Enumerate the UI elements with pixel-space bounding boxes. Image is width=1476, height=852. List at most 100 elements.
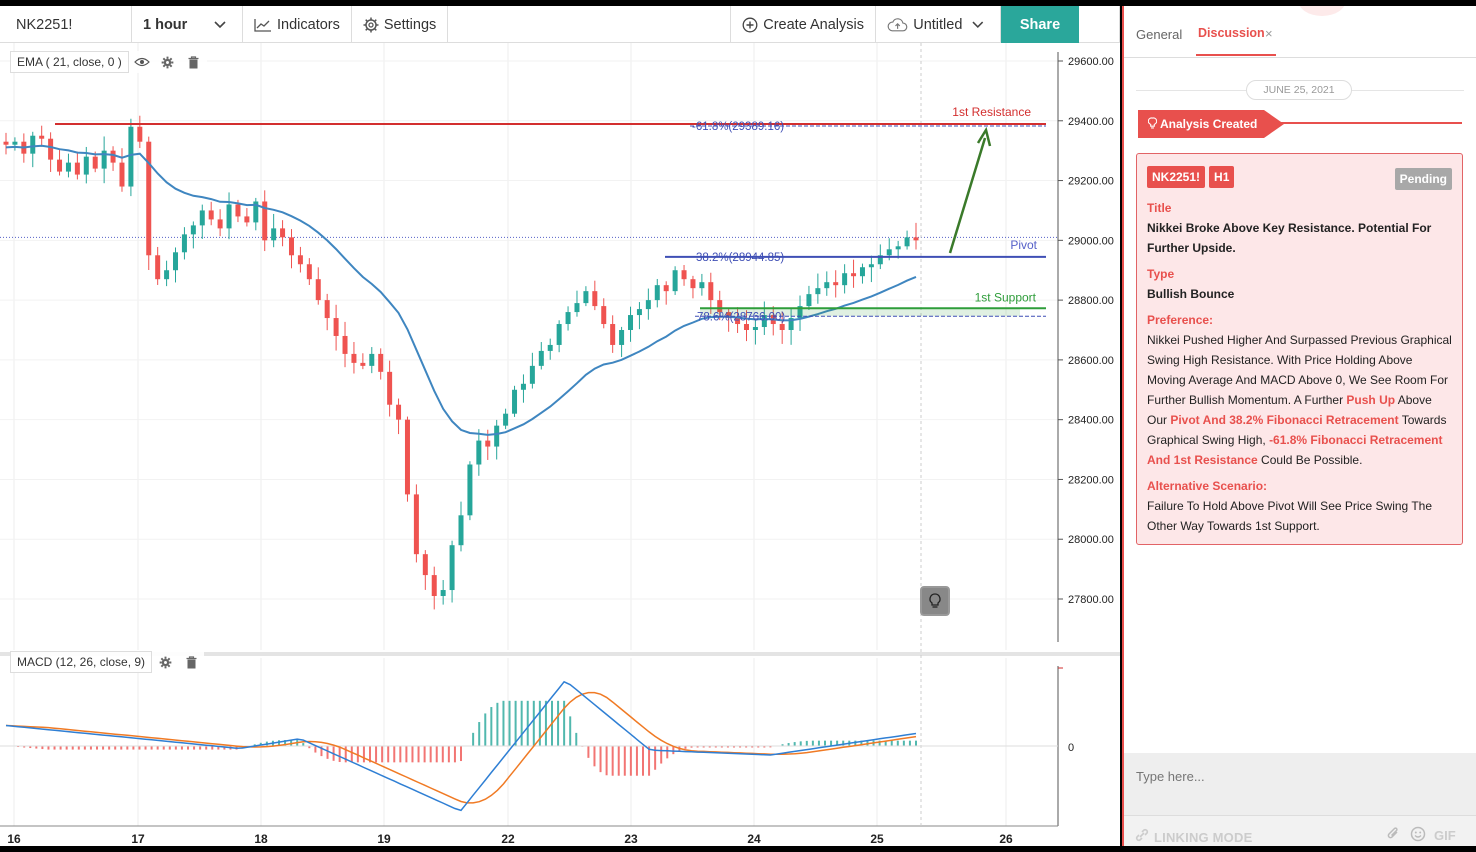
price-tick-label: 29000.00 — [1068, 235, 1114, 247]
chart-background — [0, 6, 1120, 846]
trash-icon[interactable] — [178, 651, 204, 673]
gif-button[interactable]: GIF — [1434, 828, 1456, 843]
alternative-heading: Alternative Scenario: — [1147, 479, 1268, 493]
settings-label: Settings — [383, 16, 437, 33]
trend-chart-icon — [254, 18, 271, 32]
candle-body — [547, 344, 553, 351]
symbol-selector[interactable]: NK2251! — [0, 6, 132, 43]
idea-bulb-button[interactable] — [920, 586, 950, 616]
candle-body — [137, 126, 143, 142]
chart-toolbar: NK2251! 1 hour Indicators Settings Creat… — [0, 6, 1120, 43]
candle-body — [610, 324, 616, 345]
macd-legend: MACD (12, 26, close, 9) — [10, 651, 205, 673]
candle-body — [74, 162, 80, 175]
create-analysis-label: Create Analysis — [763, 16, 864, 33]
indicators-button[interactable]: Indicators — [243, 6, 352, 43]
status-badge: Pending — [1394, 168, 1452, 190]
tab-general[interactable]: General — [1136, 27, 1182, 42]
eye-icon[interactable] — [129, 51, 155, 73]
banner-line — [1258, 122, 1462, 124]
candle-body — [297, 255, 303, 265]
candle-body — [280, 228, 286, 238]
emoji-icon[interactable] — [1410, 826, 1426, 842]
create-analysis-button[interactable]: Create Analysis — [730, 6, 876, 43]
candle-body — [404, 419, 410, 495]
date-tick-label: 25 — [870, 832, 884, 846]
link-icon[interactable] — [1134, 828, 1150, 842]
candle-body — [574, 303, 580, 313]
interval-selector[interactable]: 1 hour — [132, 6, 243, 43]
candle-body — [824, 282, 830, 289]
candle-body — [538, 350, 544, 366]
candle-body — [663, 285, 669, 292]
date-tick-label: 18 — [254, 832, 268, 846]
candle-body — [503, 413, 509, 426]
candle-body — [128, 126, 134, 187]
candle-body — [235, 204, 241, 217]
candle-body — [913, 237, 919, 241]
date-tick-label: 24 — [747, 832, 761, 846]
candle-body — [39, 135, 45, 139]
macd-legend-label: MACD (12, 26, close, 9) — [10, 651, 153, 673]
candle-body — [271, 228, 277, 241]
support-label: 1st Support — [975, 290, 1037, 304]
candle-body — [12, 141, 18, 145]
chevron-down-icon — [214, 20, 226, 28]
candle-body — [512, 389, 518, 414]
settings-button[interactable]: Settings — [352, 6, 449, 43]
active-tab-indicator — [1196, 54, 1276, 56]
layout-name: Untitled — [913, 16, 963, 33]
candle-body — [360, 362, 366, 366]
date-tick-label: 16 — [7, 832, 21, 846]
candle-body — [708, 282, 714, 301]
trash-icon[interactable] — [181, 51, 207, 73]
avatar[interactable] — [1298, 6, 1346, 16]
candle-body — [342, 335, 348, 354]
paperclip-icon[interactable] — [1386, 826, 1400, 842]
title-value: Nikkei Broke Above Key Resistance. Poten… — [1147, 221, 1432, 255]
ema-legend: EMA ( 21, close, 0 ) — [10, 51, 207, 73]
chevron-down-icon — [972, 21, 984, 28]
date-separator: JUNE 25, 2021 — [1246, 80, 1352, 100]
message-input[interactable] — [1136, 769, 1456, 784]
close-icon[interactable]: × — [1265, 26, 1273, 41]
gear-icon — [363, 17, 379, 32]
candle-body — [333, 318, 339, 336]
candle-body — [387, 371, 393, 405]
candle-body — [288, 237, 294, 256]
linking-mode-label[interactable]: LINKING MODE — [1154, 830, 1252, 845]
fib-382-label: 38.2%(28944.85) — [696, 252, 784, 264]
candle-body — [315, 279, 321, 301]
candle-body — [413, 494, 419, 555]
price-tick-label: 28400.00 — [1068, 415, 1114, 427]
type-value: Bullish Bounce — [1147, 287, 1235, 301]
candle-body — [886, 249, 892, 256]
candle-body — [3, 141, 9, 145]
candle-body — [83, 156, 89, 175]
price-tick-label: 28800.00 — [1068, 295, 1114, 307]
symbol-chip[interactable]: NK2251! — [1147, 166, 1206, 188]
candle-body — [226, 204, 232, 229]
layout-selector[interactable]: Untitled — [876, 6, 1001, 43]
gear-icon[interactable] — [155, 51, 181, 73]
date-tick-label: 22 — [501, 832, 515, 846]
candle-body — [815, 288, 821, 295]
resistance-label: 1st Resistance — [952, 105, 1031, 119]
share-button[interactable]: Share — [1001, 6, 1079, 43]
candle-body — [92, 156, 98, 169]
date-tick-label: 23 — [624, 832, 638, 846]
candle-body — [208, 210, 214, 220]
candle-body — [181, 234, 187, 253]
tab-discussion[interactable]: Discussion — [1198, 26, 1265, 40]
price-tick-label: 27800.00 — [1068, 594, 1114, 606]
candle-body — [556, 324, 562, 345]
gear-icon[interactable] — [152, 651, 178, 673]
price-tick-label: 29400.00 — [1068, 116, 1114, 128]
candle-body — [681, 270, 687, 280]
candle-body — [476, 440, 482, 465]
candle-body — [458, 515, 464, 546]
candle-body — [583, 291, 589, 304]
price-chart[interactable]: 16 17 18 19 22 23 24 25 26 29600.00 29400.00 29200.… — [0, 6, 1120, 846]
share-label: Share — [1019, 16, 1061, 33]
date-tick-label: 19 — [377, 832, 391, 846]
